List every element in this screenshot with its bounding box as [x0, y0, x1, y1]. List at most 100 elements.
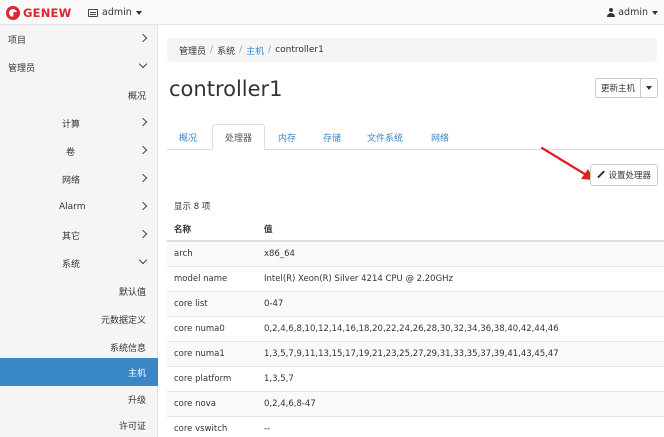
project-menu-icon — [88, 8, 98, 17]
sidebar-item-label: 默认值 — [118, 287, 146, 298]
user-icon — [607, 8, 616, 17]
row-name: core nova — [167, 390, 257, 416]
sidebar-item-label: 主机 — [127, 368, 146, 379]
table-row: core list 0-47 — [167, 290, 664, 316]
sidebar-item-label: 系统信息 — [109, 343, 146, 354]
tab-overview[interactable]: 概况 — [167, 124, 209, 150]
breadcrumb-separator: / — [239, 45, 243, 55]
sidebar-item-overview[interactable]: 概况 — [0, 81, 158, 109]
brand-name: GENEW — [23, 5, 72, 20]
table-row: model name Intel(R) Xeon(R) Silver 4214 … — [167, 265, 664, 291]
sidebar-item-label: 系统 — [62, 259, 81, 270]
sidebar-item-other[interactable]: 其它 — [0, 221, 158, 249]
page-title: controller1 — [169, 77, 283, 101]
sidebar-item-label: 项目 — [8, 35, 27, 46]
row-name: model name — [167, 265, 257, 291]
table-row: core platform 1,3,5,7 — [167, 365, 664, 391]
table-row: arch x86_64 — [167, 240, 664, 266]
row-value: 0,2,4,6,8,10,12,14,16,18,20,22,24,26,28,… — [257, 315, 664, 341]
chevron-down-icon — [138, 59, 148, 69]
breadcrumb-item: 系统 — [217, 46, 236, 57]
sidebar-item-system-info[interactable]: 系统信息 — [0, 333, 158, 361]
processor-properties-table: 名称 值 arch x86_64 model name Intel(R) Xeo… — [167, 217, 664, 437]
configure-cpu-label: 设置处理器 — [608, 171, 651, 181]
column-header-value: 值 — [257, 217, 664, 242]
sidebar-item-network[interactable]: 网络 — [0, 165, 158, 193]
caret-down-icon — [135, 10, 142, 15]
sidebar-item-upgrade[interactable]: 升级 — [0, 385, 158, 413]
row-value: x86_64 — [257, 240, 664, 266]
chevron-right-icon — [138, 145, 148, 155]
row-value: 0,2,4,6,8-47 — [257, 390, 664, 416]
sidebar-item-label: 卷 — [66, 147, 76, 158]
column-header-name: 名称 — [167, 217, 257, 242]
genew-logo-icon — [6, 5, 20, 20]
breadcrumb-item: 管理员 — [179, 46, 207, 57]
sidebar-item-volumes[interactable]: 卷 — [0, 137, 158, 165]
project-dropdown-label: admin — [102, 7, 132, 18]
sidebar-item-label: 其它 — [62, 231, 81, 242]
sidebar-item-label: 概况 — [127, 91, 146, 102]
configure-cpu-button[interactable]: 设置处理器 — [590, 164, 658, 186]
row-value: -- — [257, 415, 664, 437]
chevron-right-icon — [138, 229, 148, 239]
user-dropdown[interactable]: admin — [607, 6, 658, 19]
sidebar-item-label: 元数据定义 — [100, 315, 146, 326]
row-name: core vswitch — [167, 415, 257, 437]
sidebar-item-label: 管理员 — [8, 63, 36, 74]
sidebar-item-defaults[interactable]: 默认值 — [0, 277, 158, 305]
row-name: core numa0 — [167, 315, 257, 341]
tab-memory[interactable]: 内存 — [266, 124, 308, 150]
caret-down-icon — [646, 86, 652, 90]
sidebar-item-alarm[interactable]: Alarm — [0, 193, 158, 221]
table-row: core numa0 0,2,4,6,8,10,12,14,16,18,20,2… — [167, 315, 664, 341]
tab-filesystem[interactable]: 文件系统 — [355, 124, 415, 150]
row-name: core list — [167, 290, 257, 316]
chevron-right-icon — [138, 173, 148, 183]
sidebar-item-hosts[interactable]: 主机 — [0, 358, 158, 386]
update-host-button[interactable]: 更新主机 — [596, 79, 641, 97]
update-host-split-button: 更新主机 — [594, 78, 658, 98]
sidebar-item-metadata-definitions[interactable]: 元数据定义 — [0, 305, 158, 333]
row-value: 0-47 — [257, 290, 664, 316]
row-value: 1,3,5,7 — [257, 365, 664, 391]
caret-down-icon — [652, 10, 658, 15]
sidebar-item-compute[interactable]: 计算 — [0, 109, 158, 137]
top-navbar: GENEW admin admin — [0, 0, 664, 25]
update-host-dropdown-toggle[interactable] — [641, 79, 657, 97]
chevron-right-icon — [138, 117, 148, 127]
user-dropdown-label: admin — [618, 7, 648, 18]
sidebar: 项目 管理员 概况 计算 卷 网络 Alarm 其它 系统 默认值 元数据定义 … — [0, 25, 158, 437]
tab-processor[interactable]: 处理器 — [212, 124, 266, 150]
row-name: arch — [167, 240, 257, 266]
chevron-right-icon — [138, 201, 148, 211]
item-count: 显示 8 项 — [174, 202, 211, 212]
row-value: 1,3,5,7,9,11,13,15,17,19,21,23,25,27,29,… — [257, 340, 664, 366]
breadcrumb-separator: / — [210, 45, 214, 55]
breadcrumb: 管理员 / 系统 / 主机 / controller1 — [167, 38, 657, 62]
sidebar-item-license[interactable]: 许可证 — [0, 411, 158, 437]
row-name: core platform — [167, 365, 257, 391]
breadcrumb-link-hosts[interactable]: 主机 — [246, 44, 264, 57]
main-content: 管理员 / 系统 / 主机 / controller1 controller1 … — [158, 25, 664, 437]
project-dropdown[interactable]: admin — [88, 6, 142, 19]
table-header-row: 名称 值 — [167, 217, 664, 242]
table-row: core nova 0,2,4,6,8-47 — [167, 390, 664, 416]
brand-logo[interactable]: GENEW — [6, 5, 71, 20]
sidebar-item-admin[interactable]: 管理员 — [0, 53, 158, 81]
sidebar-item-label: 计算 — [62, 119, 81, 130]
sidebar-item-label: Alarm — [59, 202, 86, 212]
sidebar-item-project[interactable]: 项目 — [0, 25, 158, 53]
chevron-right-icon — [138, 33, 148, 43]
sidebar-item-label: 网络 — [62, 175, 81, 186]
row-value: Intel(R) Xeon(R) Silver 4214 CPU @ 2.20G… — [257, 265, 664, 291]
sidebar-item-system[interactable]: 系统 — [0, 249, 158, 277]
tab-network[interactable]: 网络 — [419, 124, 461, 150]
breadcrumb-separator: / — [268, 45, 272, 55]
row-name: core numa1 — [167, 340, 257, 366]
chevron-down-icon — [138, 255, 148, 265]
breadcrumb-current: controller1 — [275, 45, 324, 55]
table-row: core numa1 1,3,5,7,9,11,13,15,17,19,21,2… — [167, 340, 664, 366]
sidebar-item-label: 许可证 — [118, 421, 146, 432]
tab-storage[interactable]: 存储 — [311, 124, 353, 150]
